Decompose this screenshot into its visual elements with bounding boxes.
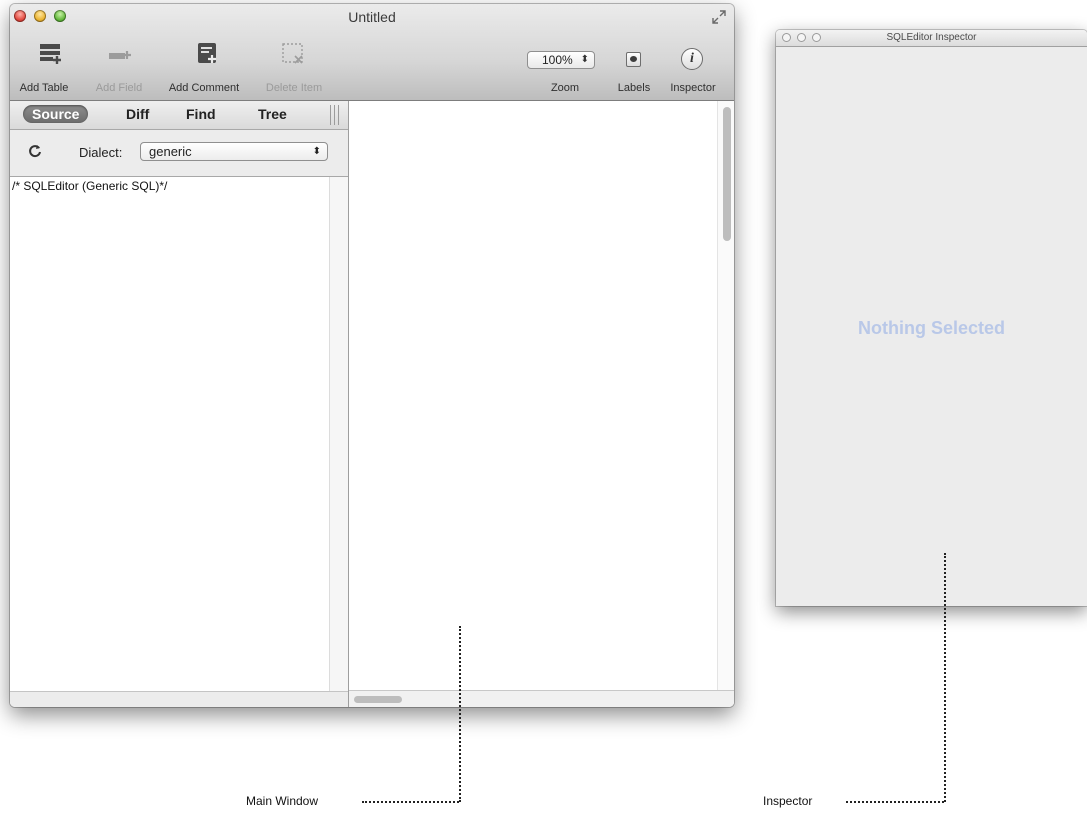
diagram-canvas[interactable] — [349, 101, 734, 707]
add-comment-button[interactable] — [190, 42, 226, 69]
stepper-arrows-icon: ⬍ — [312, 146, 321, 157]
split-grip-handle[interactable] — [330, 105, 340, 125]
info-icon[interactable]: i — [681, 48, 703, 70]
add-comment-label: Add Comment — [168, 82, 240, 94]
dialect-label: Dialect: — [79, 145, 123, 160]
tab-source[interactable]: Source — [23, 105, 89, 123]
window-title: Untitled — [348, 9, 396, 25]
inspector-callout-line-horizontal — [846, 801, 944, 803]
labels-icon[interactable] — [626, 52, 641, 67]
main-window-annotation: Main Window — [246, 794, 319, 808]
titlebar: Untitled Add Table Add Field Add Comment… — [10, 4, 734, 101]
stepper-arrows-icon: ⬍ — [580, 54, 589, 65]
empty-state-message: Nothing Selected — [857, 318, 1005, 338]
main-window: Untitled Add Table Add Field Add Comment… — [10, 4, 734, 707]
source-editor[interactable]: /* SQLEditor (Generic SQL)*/ — [10, 177, 330, 693]
zoom-label: Zoom — [550, 82, 580, 94]
add-table-icon — [40, 44, 61, 64]
inspector-label: Inspector — [670, 82, 716, 94]
zoom-value: 100% — [542, 53, 573, 67]
add-field-button[interactable] — [94, 42, 144, 69]
dialect-select[interactable]: generic ⬍ — [140, 142, 328, 161]
delete-item-icon — [282, 43, 303, 64]
inspector-window: SQLEditor Inspector Nothing Selected — [776, 30, 1087, 606]
main-window-callout-line — [459, 626, 461, 802]
add-table-label: Add Table — [19, 82, 69, 94]
main-window-callout-line-horizontal — [362, 801, 459, 803]
tab-tree[interactable]: Tree — [258, 106, 287, 122]
dialect-value: generic — [149, 144, 192, 159]
add-field-label: Add Field — [95, 82, 143, 94]
source-horizontal-scrollbar[interactable] — [10, 691, 348, 707]
delete-item-label: Delete Item — [265, 82, 323, 94]
source-pane: Source Diff Find Tree Dialect: generic ⬍… — [10, 101, 349, 707]
add-field-icon — [109, 51, 131, 59]
canvas-vertical-scrollbar[interactable] — [717, 101, 734, 691]
refresh-icon[interactable] — [28, 144, 42, 158]
delete-item-button[interactable] — [278, 42, 308, 69]
zoom-select[interactable]: 100% ⬍ — [527, 51, 595, 69]
inspector-callout-line — [944, 553, 946, 802]
inspector-titlebar: SQLEditor Inspector — [776, 30, 1087, 47]
inspector-title: SQLEditor Inspector — [886, 32, 977, 43]
labels-label: Labels — [617, 82, 651, 94]
view-tabs: Source Diff Find Tree — [10, 101, 348, 130]
source-vertical-scrollbar[interactable] — [329, 177, 348, 691]
add-comment-icon — [198, 43, 216, 63]
canvas-horizontal-scroll-thumb[interactable] — [354, 696, 402, 703]
tab-diff[interactable]: Diff — [126, 106, 149, 122]
source-line: /* SQLEditor (Generic SQL)*/ — [12, 179, 168, 193]
dialect-row: Dialect: generic ⬍ — [10, 130, 348, 177]
tab-find[interactable]: Find — [186, 106, 216, 122]
add-table-button[interactable] — [22, 42, 78, 69]
canvas-vertical-scroll-thumb[interactable] — [723, 107, 731, 241]
canvas-horizontal-scrollbar[interactable] — [349, 690, 734, 707]
inspector-annotation: Inspector — [763, 794, 813, 808]
fullscreen-icon[interactable] — [712, 10, 726, 24]
